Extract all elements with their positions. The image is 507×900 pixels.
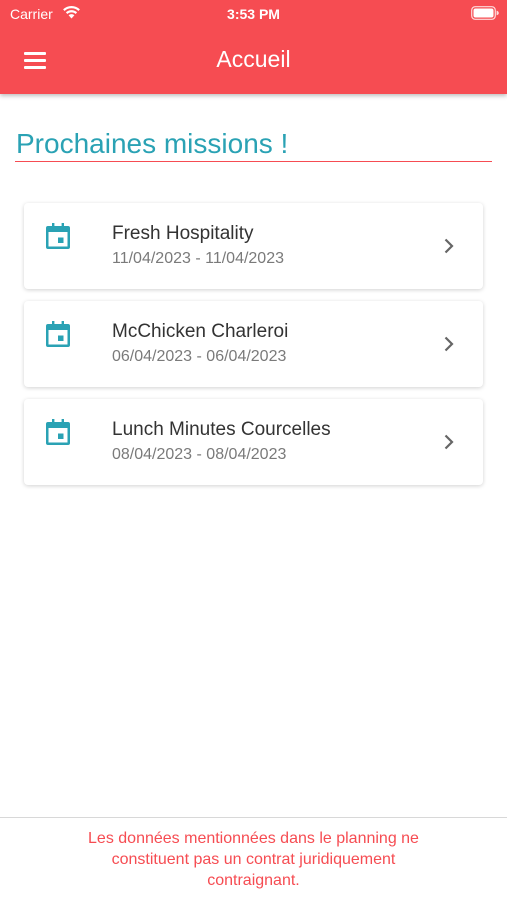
- mission-dates: 11/04/2023 - 11/04/2023: [112, 250, 284, 267]
- section-underline: [15, 161, 492, 162]
- disclaimer-line: Les données mentionnées dans le planning…: [88, 830, 419, 847]
- disclaimer-line: constituent pas un contrat juridiquement: [111, 851, 396, 868]
- app-header: Carrier 3:53 PM Accueil: [0, 0, 507, 94]
- footer-divider: [0, 817, 507, 818]
- page-title: Accueil: [216, 46, 291, 72]
- calendar-icon: [46, 223, 70, 249]
- chevron-right-icon: [444, 336, 454, 352]
- mission-name: McChicken Charleroi: [112, 321, 289, 342]
- disclaimer-line: contraignant.: [207, 872, 300, 889]
- section-title: Prochaines missions !: [16, 128, 289, 159]
- calendar-icon: [46, 321, 70, 347]
- mission-card[interactable]: Fresh Hospitality 11/04/2023 - 11/04/202…: [24, 203, 483, 289]
- mission-name: Fresh Hospitality: [112, 223, 254, 244]
- mission-dates: 08/04/2023 - 08/04/2023: [112, 446, 287, 463]
- mission-card[interactable]: McChicken Charleroi 06/04/2023 - 06/04/2…: [24, 301, 483, 387]
- chevron-right-icon: [444, 238, 454, 254]
- mission-name: Lunch Minutes Courcelles: [112, 419, 331, 440]
- legal-disclaimer: Les données mentionnées dans le planning…: [40, 828, 467, 891]
- mission-dates: 06/04/2023 - 06/04/2023: [112, 348, 287, 365]
- battery-icon: [471, 6, 499, 20]
- chevron-right-icon: [444, 434, 454, 450]
- status-time: 3:53 PM: [227, 6, 280, 22]
- calendar-icon: [46, 419, 70, 445]
- mission-card[interactable]: Lunch Minutes Courcelles 08/04/2023 - 08…: [24, 399, 483, 485]
- status-bar: Carrier 3:53 PM: [0, 0, 507, 28]
